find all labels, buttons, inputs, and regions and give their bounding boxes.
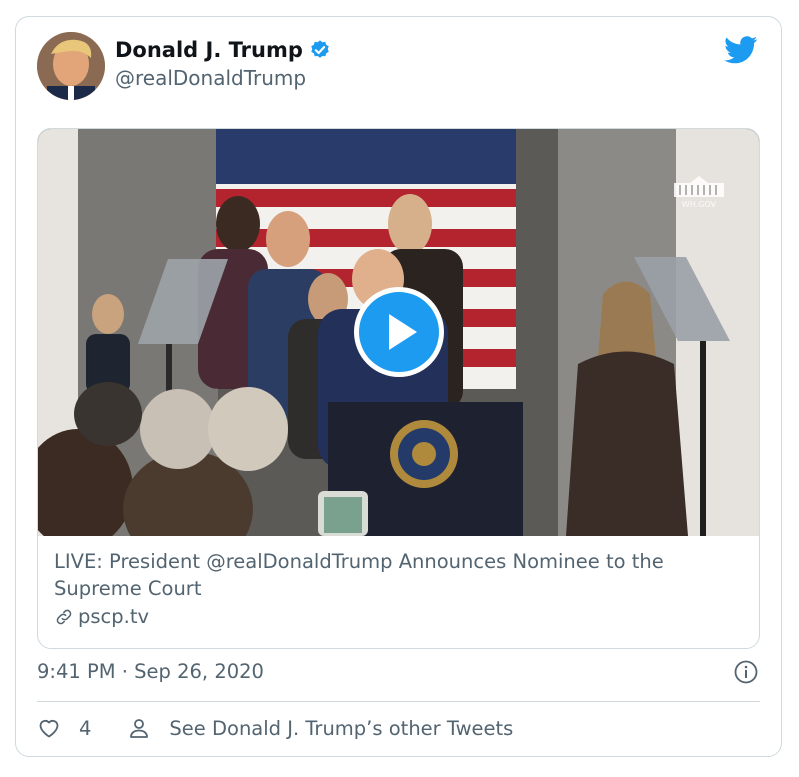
link-domain-text: pscp.tv: [78, 605, 150, 628]
tweet-actions: 4 See Donald J. Trump’s other Tweets: [37, 716, 513, 740]
person-icon: [130, 719, 149, 738]
like-count: 4: [79, 716, 92, 740]
link-card-domain[interactable]: pscp.tv: [54, 605, 149, 628]
tweet-timestamp[interactable]: 9:41 PM · Sep 26, 2020: [37, 660, 264, 683]
other-tweets-link[interactable]: See Donald J. Trump’s other Tweets: [127, 716, 513, 740]
handle[interactable]: @realDonaldTrump: [115, 66, 306, 90]
divider: [37, 701, 760, 702]
play-icon: [389, 314, 417, 350]
avatar[interactable]: [37, 32, 105, 100]
like-button[interactable]: 4: [37, 716, 91, 740]
video-thumbnail[interactable]: WH.GOV: [38, 129, 759, 536]
watermark-text: WH.GOV: [682, 200, 717, 209]
link-icon: [56, 609, 72, 624]
name-row[interactable]: Donald J. Trump: [115, 38, 331, 62]
play-button[interactable]: [354, 287, 444, 377]
verified-badge-icon: [311, 40, 329, 58]
link-card-title[interactable]: LIVE: President @realDonaldTrump Announc…: [54, 548, 744, 602]
link-card[interactable]: WH.GOV LIVE: President @realDonaldTrump …: [37, 128, 760, 649]
display-name[interactable]: Donald J. Trump: [115, 38, 303, 62]
heart-icon: [39, 720, 59, 738]
twitter-bird-icon[interactable]: [724, 36, 758, 64]
avatar-image: [37, 32, 105, 100]
white-house-watermark-icon: WH.GOV: [674, 176, 724, 209]
other-tweets-label: See Donald J. Trump’s other Tweets: [169, 716, 514, 740]
info-icon[interactable]: [734, 660, 758, 684]
